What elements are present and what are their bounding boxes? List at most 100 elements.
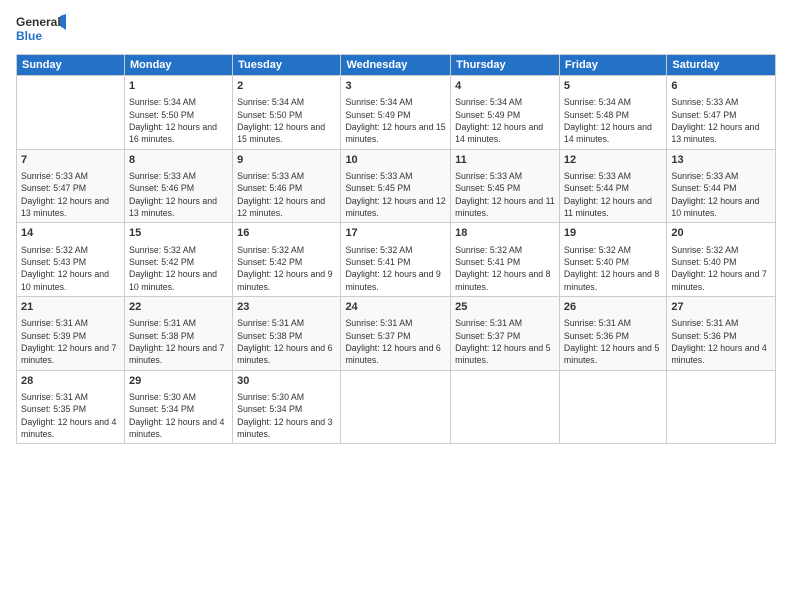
- calendar-cell: 3Sunrise: 5:34 AMSunset: 5:49 PMDaylight…: [341, 76, 451, 150]
- calendar-week-row: 21Sunrise: 5:31 AMSunset: 5:39 PMDayligh…: [17, 296, 776, 370]
- cell-content: Sunrise: 5:33 AMSunset: 5:46 PMDaylight:…: [129, 170, 228, 219]
- day-header: Friday: [559, 55, 666, 76]
- cell-content: Sunrise: 5:31 AMSunset: 5:36 PMDaylight:…: [671, 317, 771, 366]
- calendar-cell: 1 Sunrise: 5:34 AMSunset: 5:50 PMDaylight…: [124, 76, 232, 150]
- cell-content: Sunrise: 5:32 AMSunset: 5:42 PMDaylight:…: [129, 244, 228, 293]
- cell-content: Sunrise: 5:31 AMSunset: 5:38 PMDaylight:…: [237, 317, 336, 366]
- svg-text:Blue: Blue: [16, 29, 42, 43]
- cell-content: Sunrise: 5:30 AMSunset: 5:34 PMDaylight:…: [237, 391, 336, 440]
- cell-content: Sunrise: 5:33 AMSunset: 5:44 PMDaylight:…: [671, 170, 771, 219]
- day-number: 29: [129, 374, 228, 389]
- day-number: 26: [564, 300, 662, 315]
- day-number: 9: [237, 153, 336, 168]
- calendar-cell: 25 Sunrise: 5:31 AMSunset: 5:37 PMDayligh…: [451, 296, 560, 370]
- calendar-cell: 7Sunrise: 5:33 AMSunset: 5:47 PMDaylight…: [17, 149, 125, 223]
- cell-content: Sunrise: 5:32 AMSunset: 5:40 PMDaylight:…: [564, 244, 662, 293]
- day-number: 15: [129, 226, 228, 241]
- calendar-cell: 30 Sunrise: 5:30 AMSunset: 5:34 PMDayligh…: [233, 370, 341, 444]
- day-number: 27: [671, 300, 771, 315]
- day-number: 30: [237, 374, 336, 389]
- day-number: 2: [237, 79, 336, 94]
- calendar-cell: 18 Sunrise: 5:32 AMSunset: 5:41 PMDayligh…: [451, 223, 560, 297]
- day-header: Wednesday: [341, 55, 451, 76]
- day-header: Tuesday: [233, 55, 341, 76]
- calendar-cell: 24 Sunrise: 5:31 AMSunset: 5:37 PMDayligh…: [341, 296, 451, 370]
- cell-content: Sunrise: 5:33 AMSunset: 5:44 PMDaylight:…: [564, 170, 662, 219]
- header: General Blue: [16, 12, 776, 48]
- day-number: 16: [237, 226, 336, 241]
- page: General Blue SundayMondayTuesdayWednesda…: [0, 0, 792, 612]
- calendar-cell: 26 Sunrise: 5:31 AMSunset: 5:36 PMDayligh…: [559, 296, 666, 370]
- cell-content: Sunrise: 5:32 AMSunset: 5:41 PMDaylight:…: [455, 244, 555, 293]
- day-number: 23: [237, 300, 336, 315]
- calendar-cell: 4 Sunrise: 5:34 AMSunset: 5:49 PMDaylight…: [451, 76, 560, 150]
- logo-svg: General Blue: [16, 12, 66, 48]
- logo: General Blue: [16, 12, 66, 48]
- calendar-cell: 13Sunrise: 5:33 AMSunset: 5:44 PMDayligh…: [667, 149, 776, 223]
- calendar-cell: 23 Sunrise: 5:31 AMSunset: 5:38 PMDayligh…: [233, 296, 341, 370]
- day-number: 7: [21, 153, 120, 168]
- day-header: Monday: [124, 55, 232, 76]
- calendar-cell: 12 Sunrise: 5:33 AMSunset: 5:44 PMDayligh…: [559, 149, 666, 223]
- cell-content: Sunrise: 5:31 AMSunset: 5:35 PMDaylight:…: [21, 391, 120, 440]
- day-number: 10: [345, 153, 446, 168]
- calendar-week-row: 1 Sunrise: 5:34 AMSunset: 5:50 PMDaylight…: [17, 76, 776, 150]
- calendar-cell: 28 Sunrise: 5:31 AMSunset: 5:35 PMDayligh…: [17, 370, 125, 444]
- calendar-cell: [341, 370, 451, 444]
- day-header: Sunday: [17, 55, 125, 76]
- calendar-cell: 16Sunrise: 5:32 AMSunset: 5:42 PMDayligh…: [233, 223, 341, 297]
- cell-content: Sunrise: 5:31 AMSunset: 5:37 PMDaylight:…: [455, 317, 555, 366]
- cell-content: Sunrise: 5:34 AMSunset: 5:50 PMDaylight:…: [129, 96, 228, 145]
- cell-content: Sunrise: 5:31 AMSunset: 5:36 PMDaylight:…: [564, 317, 662, 366]
- day-number: 12: [564, 153, 662, 168]
- day-number: 3: [345, 79, 446, 94]
- cell-content: Sunrise: 5:32 AMSunset: 5:43 PMDaylight:…: [21, 244, 120, 293]
- cell-content: Sunrise: 5:32 AMSunset: 5:40 PMDaylight:…: [671, 244, 771, 293]
- cell-content: Sunrise: 5:31 AMSunset: 5:37 PMDaylight:…: [345, 317, 446, 366]
- cell-content: Sunrise: 5:31 AMSunset: 5:38 PMDaylight:…: [129, 317, 228, 366]
- calendar-cell: 15 Sunrise: 5:32 AMSunset: 5:42 PMDayligh…: [124, 223, 232, 297]
- calendar-cell: 9 Sunrise: 5:33 AMSunset: 5:46 PMDaylight…: [233, 149, 341, 223]
- day-number: 19: [564, 226, 662, 241]
- calendar-cell: 19 Sunrise: 5:32 AMSunset: 5:40 PMDayligh…: [559, 223, 666, 297]
- calendar-table: SundayMondayTuesdayWednesdayThursdayFrid…: [16, 54, 776, 444]
- header-row: SundayMondayTuesdayWednesdayThursdayFrid…: [17, 55, 776, 76]
- calendar-cell: [667, 370, 776, 444]
- day-number: 17: [345, 226, 446, 241]
- day-number: 20: [671, 226, 771, 241]
- cell-content: Sunrise: 5:31 AMSunset: 5:39 PMDaylight:…: [21, 317, 120, 366]
- calendar-cell: 14Sunrise: 5:32 AMSunset: 5:43 PMDayligh…: [17, 223, 125, 297]
- day-number: 8: [129, 153, 228, 168]
- day-number: 11: [455, 153, 555, 168]
- calendar-cell: [17, 76, 125, 150]
- day-number: 22: [129, 300, 228, 315]
- calendar-cell: 29 Sunrise: 5:30 AMSunset: 5:34 PMDayligh…: [124, 370, 232, 444]
- calendar-cell: 22 Sunrise: 5:31 AMSunset: 5:38 PMDayligh…: [124, 296, 232, 370]
- day-number: 1: [129, 79, 228, 94]
- day-number: 4: [455, 79, 555, 94]
- day-number: 18: [455, 226, 555, 241]
- cell-content: Sunrise: 5:33 AMSunset: 5:46 PMDaylight:…: [237, 170, 336, 219]
- calendar-cell: 6 Sunrise: 5:33 AMSunset: 5:47 PMDaylight…: [667, 76, 776, 150]
- calendar-cell: 20 Sunrise: 5:32 AMSunset: 5:40 PMDayligh…: [667, 223, 776, 297]
- calendar-week-row: 28 Sunrise: 5:31 AMSunset: 5:35 PMDayligh…: [17, 370, 776, 444]
- calendar-cell: 21Sunrise: 5:31 AMSunset: 5:39 PMDayligh…: [17, 296, 125, 370]
- calendar-cell: 2 Sunrise: 5:34 AMSunset: 5:50 PMDaylight…: [233, 76, 341, 150]
- svg-text:General: General: [16, 15, 61, 29]
- day-number: 24: [345, 300, 446, 315]
- calendar-cell: 11 Sunrise: 5:33 AMSunset: 5:45 PMDayligh…: [451, 149, 560, 223]
- day-number: 28: [21, 374, 120, 389]
- calendar-cell: 17Sunrise: 5:32 AMSunset: 5:41 PMDayligh…: [341, 223, 451, 297]
- day-header: Thursday: [451, 55, 560, 76]
- day-number: 5: [564, 79, 662, 94]
- calendar-cell: 10 Sunrise: 5:33 AMSunset: 5:45 PMDayligh…: [341, 149, 451, 223]
- cell-content: Sunrise: 5:30 AMSunset: 5:34 PMDaylight:…: [129, 391, 228, 440]
- day-number: 6: [671, 79, 771, 94]
- cell-content: Sunrise: 5:33 AMSunset: 5:45 PMDaylight:…: [455, 170, 555, 219]
- day-number: 25: [455, 300, 555, 315]
- cell-content: Sunrise: 5:34 AMSunset: 5:50 PMDaylight:…: [237, 96, 336, 145]
- cell-content: Sunrise: 5:34 AMSunset: 5:49 PMDaylight:…: [455, 96, 555, 145]
- cell-content: Sunrise: 5:33 AMSunset: 5:45 PMDaylight:…: [345, 170, 446, 219]
- calendar-cell: 5Sunrise: 5:34 AMSunset: 5:48 PMDaylight…: [559, 76, 666, 150]
- cell-content: Sunrise: 5:33 AMSunset: 5:47 PMDaylight:…: [671, 96, 771, 145]
